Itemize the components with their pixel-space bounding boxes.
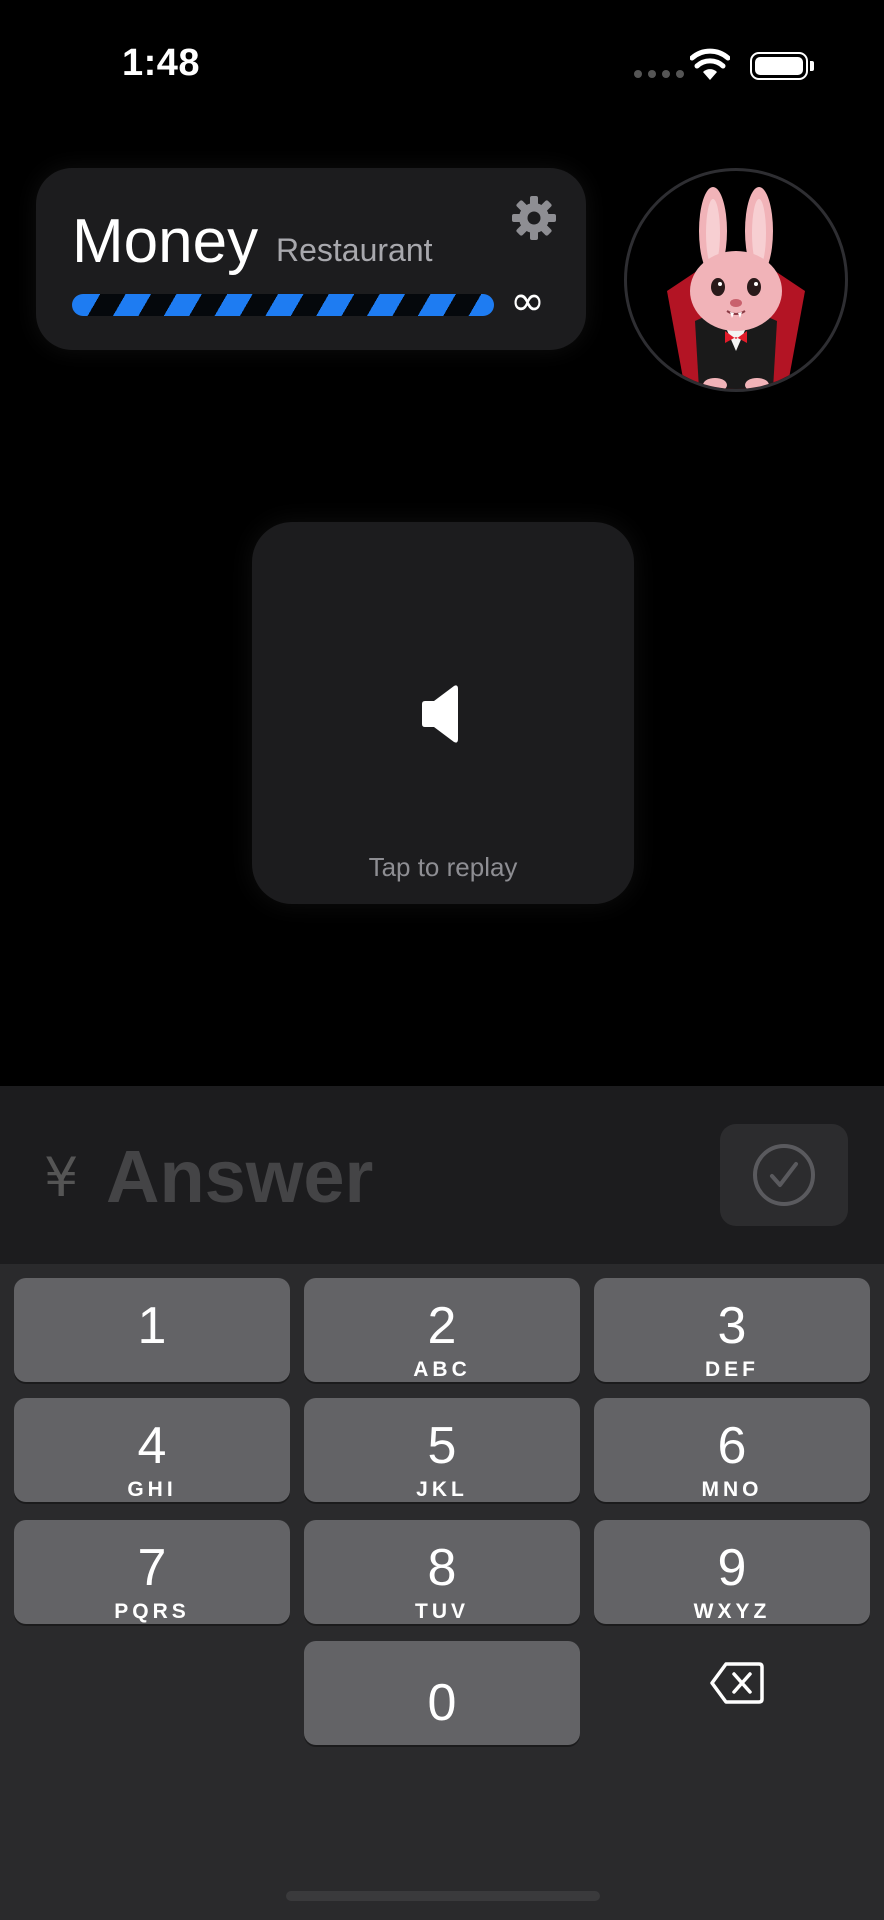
key-letters: TUV: [415, 1600, 469, 1623]
delete-key[interactable]: [660, 1628, 812, 1732]
currency-symbol: ¥: [44, 1146, 79, 1209]
topic-card: Money Restaurant ∞: [36, 168, 586, 350]
home-indicator: [286, 1891, 600, 1901]
key-number: 8: [427, 1539, 457, 1597]
key-0[interactable]: 0: [304, 1641, 580, 1745]
key-letters: WXYZ: [693, 1600, 771, 1623]
key-5[interactable]: 5 JKL: [304, 1398, 580, 1502]
key-letters: PQRS: [114, 1600, 190, 1623]
key-letters: GHI: [127, 1478, 177, 1501]
key-number: 7: [137, 1539, 167, 1597]
key-number: 5: [427, 1417, 457, 1475]
audio-replay-card[interactable]: Tap to replay: [252, 522, 634, 904]
key-number: 9: [717, 1539, 747, 1597]
key-number: 6: [717, 1417, 747, 1475]
key-9[interactable]: 9 WXYZ: [594, 1520, 870, 1624]
cellular-signal-icon: [634, 70, 684, 78]
progress-bar: [72, 294, 494, 316]
key-number: 0: [427, 1674, 457, 1732]
backspace-icon: [710, 1662, 764, 1704]
bunny-vampire-avatar: [667, 187, 805, 389]
gear-icon[interactable]: [510, 194, 558, 242]
key-1[interactable]: 1: [14, 1278, 290, 1382]
key-2[interactable]: 2 ABC: [304, 1278, 580, 1382]
key-letters: JKL: [416, 1478, 468, 1501]
submit-button[interactable]: [720, 1124, 848, 1226]
battery-icon: [750, 52, 808, 80]
key-3[interactable]: 3 DEF: [594, 1278, 870, 1382]
battery-tip: [810, 61, 814, 71]
key-letters: ABC: [413, 1358, 471, 1381]
status-time: 1:48: [122, 42, 201, 84]
key-6[interactable]: 6 MNO: [594, 1398, 870, 1502]
topic-subtitle: Restaurant: [276, 232, 433, 268]
topic-title: Money: [72, 207, 259, 276]
key-letters: MNO: [701, 1478, 763, 1501]
avatar[interactable]: [624, 168, 848, 392]
key-7[interactable]: 7 PQRS: [14, 1520, 290, 1624]
speaker-icon: [422, 685, 458, 743]
key-number: 1: [137, 1297, 167, 1355]
key-number: 2: [427, 1297, 457, 1355]
tap-to-replay-label: Tap to replay: [368, 852, 518, 882]
key-4[interactable]: 4 GHI: [14, 1398, 290, 1502]
key-number: 3: [717, 1297, 747, 1355]
answer-input[interactable]: [104, 1130, 668, 1222]
answer-panel: ¥: [0, 1086, 884, 1264]
checkmark-icon: [753, 1144, 815, 1206]
key-8[interactable]: 8 TUV: [304, 1520, 580, 1624]
wifi-icon: [690, 48, 730, 80]
key-letters: DEF: [705, 1358, 759, 1381]
progress-infinity-label: ∞: [510, 276, 545, 325]
key-number: 4: [137, 1417, 167, 1475]
